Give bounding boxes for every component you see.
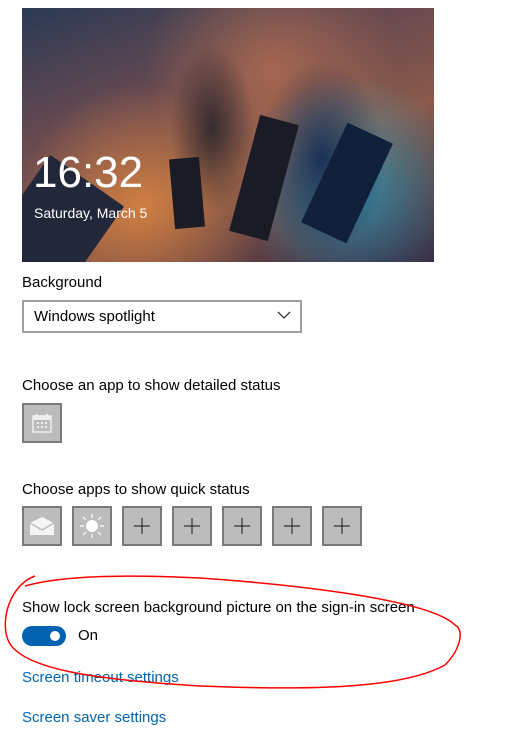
chevron-down-icon <box>277 311 291 319</box>
mail-icon <box>29 517 55 535</box>
preview-date: Saturday, March 5 <box>34 205 148 221</box>
preview-time: 16:32 <box>33 148 144 197</box>
plus-icon <box>134 518 150 534</box>
detailed-status-app-button[interactable] <box>22 403 62 443</box>
background-selected: Windows spotlight <box>34 308 155 325</box>
quick-status-app-button[interactable] <box>72 506 112 546</box>
add-quick-status-app-button[interactable] <box>222 506 262 546</box>
detailed-status-label: Choose an app to show detailed status <box>22 377 281 394</box>
calendar-icon <box>32 414 52 433</box>
add-quick-status-app-button[interactable] <box>272 506 312 546</box>
add-quick-status-app-button[interactable] <box>172 506 212 546</box>
quick-status-label: Choose apps to show quick status <box>22 481 250 498</box>
background-label: Background <box>22 274 103 291</box>
background-dropdown[interactable]: Windows spotlight <box>22 300 302 333</box>
lock-screen-preview: 16:32 Saturday, March 5 <box>22 8 434 262</box>
add-quick-status-app-button[interactable] <box>322 506 362 546</box>
plus-icon <box>284 518 300 534</box>
add-quick-status-app-button[interactable] <box>122 506 162 546</box>
toggle-state: On <box>78 627 99 644</box>
signin-background-label: Show lock screen background picture on t… <box>22 599 415 616</box>
screen-saver-settings-link[interactable]: Screen saver settings <box>22 709 166 726</box>
weather-sun-icon <box>80 514 104 538</box>
plus-icon <box>334 518 350 534</box>
signin-background-toggle[interactable] <box>22 626 66 646</box>
quick-status-app-button[interactable] <box>22 506 62 546</box>
screen-timeout-settings-link[interactable]: Screen timeout settings <box>22 669 179 686</box>
plus-icon <box>184 518 200 534</box>
toggle-knob <box>50 631 60 641</box>
plus-icon <box>234 518 250 534</box>
